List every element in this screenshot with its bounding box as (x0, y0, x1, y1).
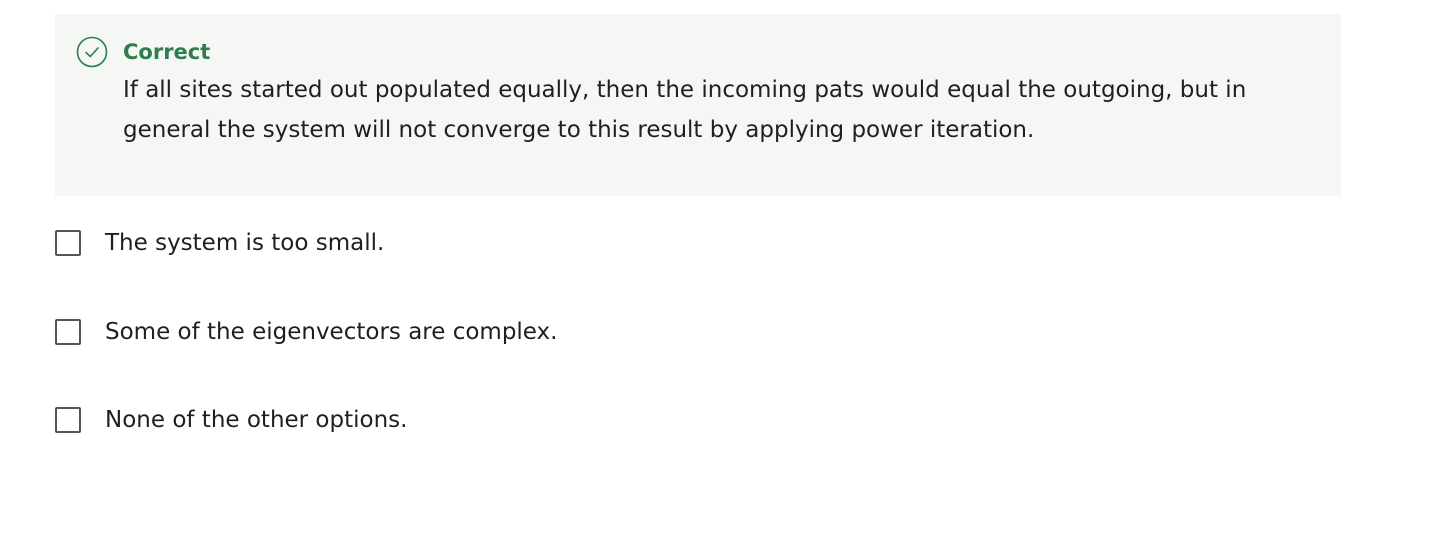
option-label: The system is too small. (105, 230, 385, 256)
feedback-panel: Correct If all sites started out populat… (55, 14, 1341, 196)
option-checkbox[interactable] (55, 230, 81, 256)
option-label: Some of the eigenvectors are complex. (105, 319, 558, 345)
feedback-title: Correct (123, 40, 211, 64)
option-checkbox[interactable] (55, 319, 81, 345)
option-none-of-the-other[interactable]: None of the other options. (55, 404, 407, 436)
option-eigenvectors-complex[interactable]: Some of the eigenvectors are complex. (55, 316, 557, 348)
option-label: None of the other options. (105, 407, 408, 433)
check-circle-icon (76, 36, 108, 68)
option-system-too-small[interactable]: The system is too small. (55, 227, 384, 259)
feedback-explanation: If all sites started out populated equal… (123, 77, 1247, 143)
option-checkbox[interactable] (55, 407, 81, 433)
